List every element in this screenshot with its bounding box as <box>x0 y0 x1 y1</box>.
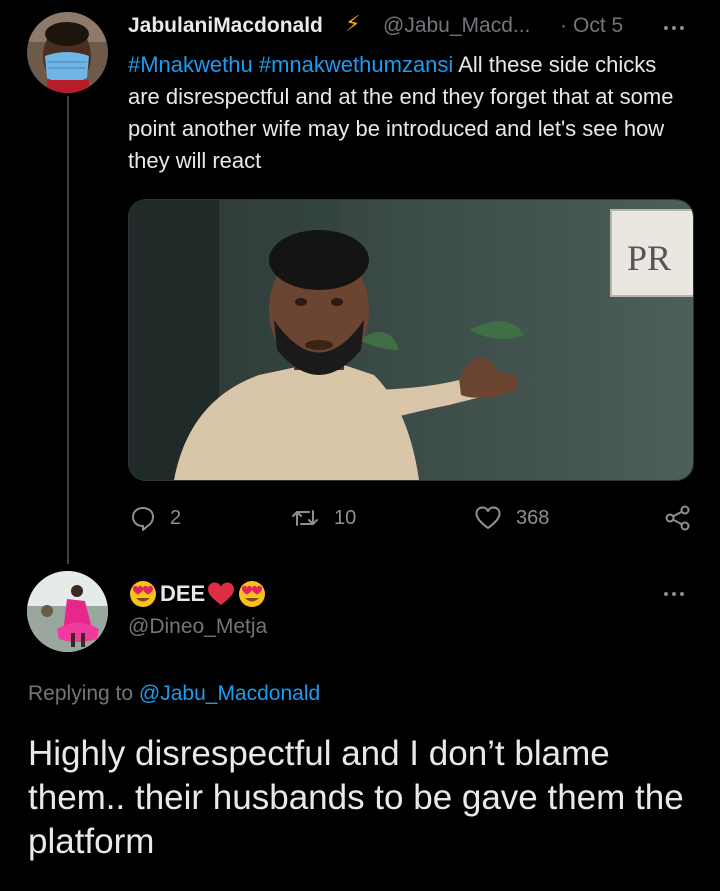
date-separator: · <box>560 14 567 37</box>
lightning-emoji: ⚡ <box>345 12 361 37</box>
media-scene: PR <box>129 200 693 480</box>
red-heart-emoji-icon <box>208 582 235 605</box>
like-count: 368 <box>516 506 550 529</box>
more-options-icon[interactable] <box>664 26 684 30</box>
retweet-action[interactable]: 10 <box>290 503 356 533</box>
hashtag-mnakwethu[interactable]: #Mnakwethu <box>128 52 253 77</box>
media-sign-text: PR <box>627 238 671 278</box>
heart-eyes-emoji-icon-2 <box>239 581 266 607</box>
author-display-name[interactable]: JabulaniMacdonald <box>128 14 323 38</box>
reply-avatar[interactable] <box>27 571 108 652</box>
thread-connector-line <box>67 96 69 564</box>
reply-handle[interactable]: @Dineo_Metja <box>128 615 267 639</box>
reply-icon <box>132 507 154 531</box>
tweet-body: #Mnakwethu #mnakwethumzansi All these si… <box>128 49 688 177</box>
reply-display-name[interactable]: DEE <box>128 578 267 610</box>
reply-text: Highly disrespectful and I don’t blame t… <box>28 734 684 861</box>
author-handle[interactable]: @Jabu_Macd... <box>383 14 530 38</box>
avatar-photo <box>27 12 108 93</box>
retweet-icon <box>292 510 318 526</box>
reply-name-text: DEE <box>160 581 206 606</box>
reply-more-options-icon[interactable] <box>664 592 684 596</box>
reply-avatar-photo <box>27 571 108 652</box>
replying-to-handle[interactable]: @Jabu_Macdonald <box>139 682 320 705</box>
tweet-media-image[interactable]: PR <box>128 199 694 481</box>
tweet-date[interactable]: Oct 5 <box>573 14 623 38</box>
replying-to-prefix: Replying to <box>28 682 134 705</box>
retweet-count: 10 <box>334 506 357 529</box>
heart-eyes-emoji-icon <box>130 581 156 607</box>
author-name-text: JabulaniMacdonald <box>128 14 323 37</box>
reply-count: 2 <box>170 506 182 529</box>
like-action[interactable]: 368 <box>474 503 549 533</box>
hashtag-mnakwethumzansi[interactable]: #mnakwethumzansi <box>259 52 453 77</box>
replying-to: Replying to @Jabu_Macdonald <box>28 682 320 706</box>
avatar[interactable] <box>27 12 108 93</box>
share-action[interactable] <box>664 503 692 533</box>
share-icon <box>665 505 690 531</box>
reply-action[interactable]: 2 <box>130 503 181 533</box>
heart-icon <box>475 506 501 529</box>
